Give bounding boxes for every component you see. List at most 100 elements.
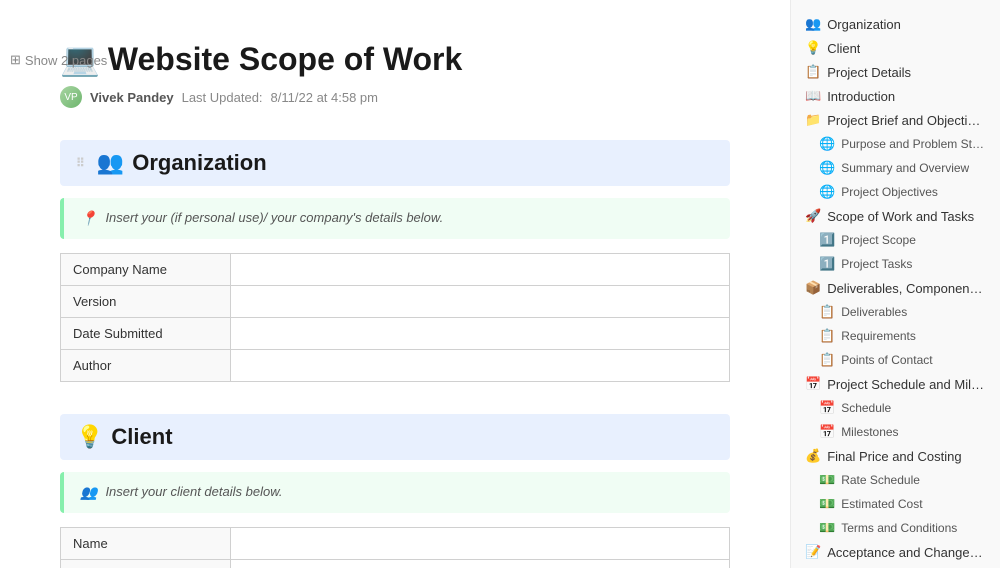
sidebar-item[interactable]: 📋Project Details <box>791 60 1000 84</box>
sidebar-item[interactable]: 💵 Terms and Conditions <box>791 516 1000 540</box>
org-label-author: Author <box>61 350 231 382</box>
page-title-row: 💻 Website Scope of Work <box>60 40 730 78</box>
sidebar-item-label: Project Brief and Objectives <box>827 113 986 128</box>
sidebar-item-icon: 🚀 <box>805 208 821 224</box>
org-value-author[interactable] <box>231 350 730 382</box>
sidebar-item-icon: 💵 <box>819 472 835 488</box>
org-value-version[interactable] <box>231 286 730 318</box>
organization-icon: 👥 <box>97 150 124 176</box>
sidebar-item-label: Terms and Conditions <box>841 521 957 535</box>
main-content: 💻 Website Scope of Work VP Vivek Pandey … <box>0 0 790 568</box>
sidebar-item[interactable]: 👥Organization <box>791 12 1000 36</box>
sidebar-item-icon: 💰 <box>805 448 821 464</box>
sidebar-item[interactable]: 💰 Final Price and Costing <box>791 444 1000 468</box>
sidebar-item-label: Milestones <box>841 425 898 439</box>
sidebar-item[interactable]: 🚀 Scope of Work and Tasks <box>791 204 1000 228</box>
sidebar-toggle[interactable]: ⊞ Show 2 pages <box>10 52 107 68</box>
last-updated-label: Last Updated: <box>182 90 263 105</box>
sidebar-item-icon: 📅 <box>805 376 821 392</box>
sidebar-item[interactable]: 📋Deliverables <box>791 300 1000 324</box>
client-value-phone[interactable] <box>231 560 730 568</box>
sidebar-item[interactable]: 🌐Summary and Overview <box>791 156 1000 180</box>
organization-callout: 📍 Insert your (if personal use)/ your co… <box>60 198 730 239</box>
sidebar-item[interactable]: 📁 Project Brief and Objectives <box>791 108 1000 132</box>
sidebar-item-label: Project Objectives <box>841 185 938 199</box>
org-label-version: Version <box>61 286 231 318</box>
sidebar-item[interactable]: 📅Project Schedule and Milestones <box>791 372 1000 396</box>
callout-pin-client: 👥 <box>80 484 97 501</box>
sidebar-item-label: Requirements <box>841 329 916 343</box>
organization-table: Company Name Version Date Submitted Auth… <box>60 253 730 382</box>
client-callout-text: Insert your client details below. <box>105 484 282 499</box>
sidebar-item-label: Schedule <box>841 401 891 415</box>
sidebar-item[interactable]: 📋 Points of Contact <box>791 348 1000 372</box>
sidebar-item-label: Introduction <box>827 89 895 104</box>
sidebar-item-icon: 🌐 <box>819 184 835 200</box>
page-title: Website Scope of Work <box>108 41 462 78</box>
client-section: 💡 Client 👥 Insert your client details be… <box>60 414 730 568</box>
sidebar-item[interactable]: 🌐 Project Objectives <box>791 180 1000 204</box>
sidebar-item-icon: 📁 <box>805 112 821 128</box>
sidebar-item-icon: 📋 <box>819 304 835 320</box>
sidebar-item[interactable]: 💡 Client <box>791 36 1000 60</box>
organization-title: Organization <box>132 150 266 176</box>
sidebar-item[interactable]: 1️⃣ Project Scope <box>791 228 1000 252</box>
client-heading: 💡 Client <box>60 414 730 460</box>
sidebar-item-icon: 📅 <box>819 400 835 416</box>
org-value-date[interactable] <box>231 318 730 350</box>
sidebar-item-label: Purpose and Problem Statem... <box>841 137 986 151</box>
sidebar-item-label: Scope of Work and Tasks <box>827 209 974 224</box>
sidebar-nav: 👥Organization 💡 Client 📋Project Details 📖 Int… <box>791 12 1000 564</box>
sidebar-item-icon: 📝 <box>805 544 821 560</box>
organization-callout-text: Insert your (if personal use)/ your comp… <box>105 210 443 225</box>
table-row: Version <box>61 286 730 318</box>
sidebar-item-label: Final Price and Costing <box>827 449 961 464</box>
sidebar-item[interactable]: 📅 Schedule <box>791 396 1000 420</box>
sidebar-item-label: Client <box>827 41 860 56</box>
sidebar-item-icon: 📋 <box>819 352 835 368</box>
sidebar-item-icon: 📖 <box>805 88 821 104</box>
sidebar-item-icon: 💵 <box>819 496 835 512</box>
sidebar-item-label: Deliverables, Components, & R... <box>827 281 986 296</box>
sidebar-item-label: Estimated Cost <box>841 497 922 511</box>
last-updated-value: 8/11/22 at 4:58 pm <box>271 90 378 105</box>
client-label-phone: Phone <box>61 560 231 568</box>
sidebar-item-icon: 1️⃣ <box>819 256 835 272</box>
client-value-name[interactable] <box>231 528 730 560</box>
sidebar-item-icon: 📋 <box>805 64 821 80</box>
sidebar-item[interactable]: 💵 Estimated Cost <box>791 492 1000 516</box>
right-sidebar: 👥Organization 💡 Client 📋Project Details 📖 Int… <box>790 0 1000 568</box>
sidebar-item[interactable]: 💵 Rate Schedule <box>791 468 1000 492</box>
sidebar-item[interactable]: 📝 Acceptance and Change Contr... <box>791 540 1000 564</box>
table-row: Name <box>61 528 730 560</box>
organization-section: ⠿ 👥 Organization 📍 Insert your (if perso… <box>60 140 730 382</box>
org-value-company[interactable] <box>231 254 730 286</box>
sidebar-item-icon: 📅 <box>819 424 835 440</box>
sidebar-item-label: Points of Contact <box>841 353 932 367</box>
sidebar-item-icon: 👥 <box>805 16 821 32</box>
sidebar-item-icon: 💡 <box>805 40 821 56</box>
sidebar-item-icon: 💵 <box>819 520 835 536</box>
sidebar-item-label: Project Scope <box>841 233 916 247</box>
sidebar-item-icon: 🌐 <box>819 136 835 152</box>
drag-handle[interactable]: ⠿ <box>76 156 85 170</box>
sidebar-item[interactable]: 🌐 Purpose and Problem Statem... <box>791 132 1000 156</box>
sidebar-item-icon: 1️⃣ <box>819 232 835 248</box>
sidebar-item[interactable]: 📖 Introduction <box>791 84 1000 108</box>
sidebar-item-label: Rate Schedule <box>841 473 920 487</box>
organization-heading: ⠿ 👥 Organization <box>60 140 730 186</box>
sidebar-item[interactable]: 📦 Deliverables, Components, & R... <box>791 276 1000 300</box>
sidebar-toggle-label: Show 2 pages <box>25 53 107 68</box>
sidebar-item[interactable]: 1️⃣ Project Tasks <box>791 252 1000 276</box>
client-callout: 👥 Insert your client details below. <box>60 472 730 513</box>
sidebar-item[interactable]: 📅 Milestones <box>791 420 1000 444</box>
author-name: Vivek Pandey <box>90 90 174 105</box>
org-label-company: Company Name <box>61 254 231 286</box>
table-row: Date Submitted <box>61 318 730 350</box>
avatar: VP <box>60 86 82 108</box>
sidebar-item-label: Acceptance and Change Contr... <box>827 545 986 560</box>
sidebar-item-label: Project Tasks <box>841 257 912 271</box>
client-table: Name Phone Email Mailing Address <box>60 527 730 568</box>
sidebar-item[interactable]: 📋Requirements <box>791 324 1000 348</box>
sidebar-item-icon: 📦 <box>805 280 821 296</box>
